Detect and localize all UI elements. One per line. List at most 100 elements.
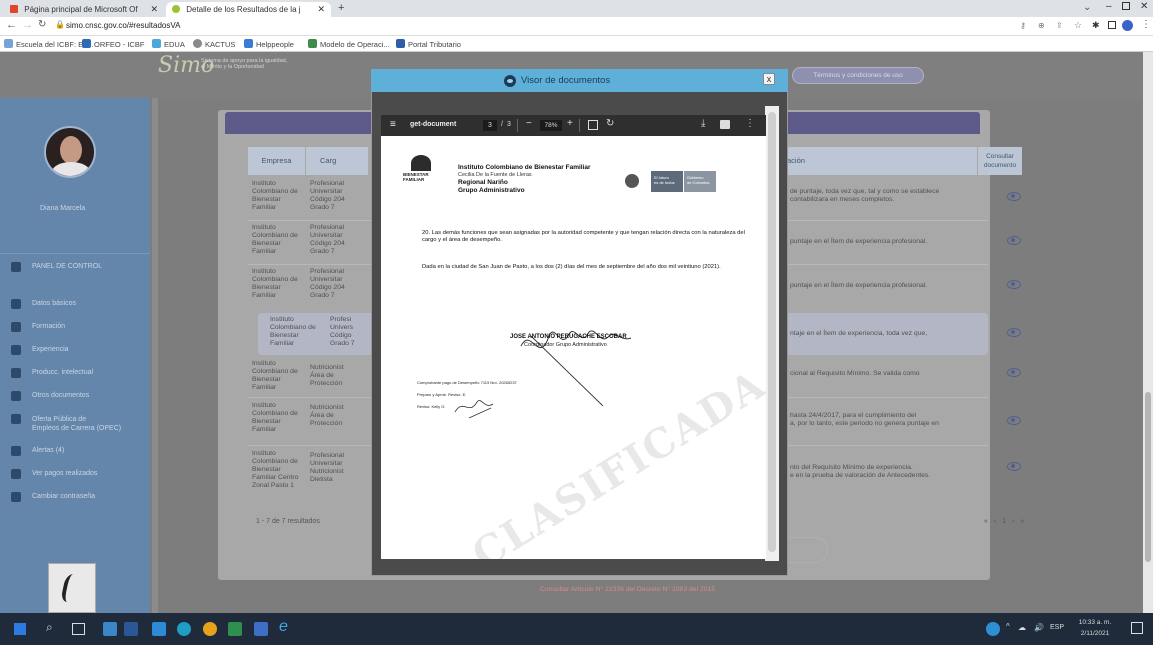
share-icon[interactable]: ⇪ xyxy=(1056,21,1063,30)
empresa-cell: Instituto Colombiano de Bienestar Famili… xyxy=(252,402,298,433)
sidebar-item-label: Producc. intelectual xyxy=(32,369,94,376)
view-document-eye-icon[interactable] xyxy=(1007,328,1021,337)
search-icon[interactable]: ⌕ xyxy=(46,620,53,635)
tab-detalle-resultados[interactable]: Detalle de los Resultados de la j ✕ xyxy=(166,2,331,17)
chrome-icon[interactable] xyxy=(203,622,217,636)
sidebar-item-documentos[interactable]: Otros documentos xyxy=(0,387,150,405)
clock-date[interactable]: 2/11/2021 xyxy=(1075,630,1115,637)
sidebar-item-opec[interactable]: Oferta Pública de Empleos de Carrera (OP… xyxy=(0,410,150,438)
menu-kebab-icon[interactable]: ⋮ xyxy=(1141,19,1151,30)
notifications-icon[interactable] xyxy=(1131,622,1143,634)
profile-avatar-icon[interactable] xyxy=(1122,20,1133,31)
bookmark-escuela[interactable]: Escuela del ICBF: En... xyxy=(4,39,94,49)
bookmark-edua[interactable]: EDUA xyxy=(152,39,185,49)
app-icon-1[interactable] xyxy=(103,622,117,636)
new-tab-button[interactable]: + xyxy=(338,2,344,14)
word-icon[interactable] xyxy=(124,622,138,636)
column-header-consultar[interactable]: Consultar documento xyxy=(978,147,1022,175)
viewer-scrollbar[interactable] xyxy=(765,106,779,561)
edge-icon[interactable] xyxy=(177,622,191,636)
view-document-eye-icon[interactable] xyxy=(1007,192,1021,201)
view-document-eye-icon[interactable] xyxy=(1007,280,1021,289)
sidebar-item-datos[interactable]: Datos básicos xyxy=(0,295,150,313)
view-document-eye-icon[interactable] xyxy=(1007,236,1021,245)
view-document-eye-icon[interactable] xyxy=(1007,462,1021,471)
viewer-scrollbar-thumb[interactable] xyxy=(768,112,776,552)
observacion-cell: cional al Requisito Mínimo. Se valida co… xyxy=(790,370,920,377)
bookmark-icon xyxy=(396,39,405,48)
tab-microsoft-office[interactable]: Página principal de Microsoft Of ✕ xyxy=(4,2,164,17)
payment-icon xyxy=(11,469,21,479)
page-scrollbar-thumb[interactable] xyxy=(1145,392,1151,562)
zoom-out-icon[interactable]: − xyxy=(526,118,532,129)
close-window-icon[interactable]: ✕ xyxy=(1140,1,1148,12)
briefcase-icon xyxy=(11,345,21,355)
footer-decreto-link[interactable]: Consultar Artículo N° 22336 del Decreto … xyxy=(540,586,715,593)
task-view-icon[interactable] xyxy=(72,623,85,635)
column-header-cargo[interactable]: Carg xyxy=(306,147,368,175)
sidebar-item-alertas[interactable]: Alertas (4) xyxy=(0,442,150,460)
zoom-icon[interactable]: ⊕ xyxy=(1038,21,1045,30)
document-icon xyxy=(11,391,21,401)
pagination[interactable]: « ‹ 1 › » xyxy=(984,518,1026,525)
sidebar-item-produccion[interactable]: Producc. intelectual xyxy=(0,364,150,382)
sidebar-item-formacion[interactable]: Formación xyxy=(0,318,150,336)
star-icon[interactable]: ☆ xyxy=(1074,20,1082,31)
language-indicator[interactable]: ESP xyxy=(1050,624,1064,631)
simo-favicon-icon xyxy=(172,5,180,13)
app-icon-2[interactable] xyxy=(152,622,166,636)
terms-button[interactable]: Términos y condiciones de uso xyxy=(792,67,924,84)
rotate-icon[interactable]: ↻ xyxy=(606,118,614,129)
bookmark-helppeople[interactable]: Helppeople xyxy=(244,39,294,49)
page-number-input[interactable]: 3 xyxy=(483,120,497,131)
sidebar-item-pagos[interactable]: Ver pagos realizados xyxy=(0,465,150,483)
chevron-down-icon[interactable]: ⌄ xyxy=(1083,2,1091,13)
menu-icon[interactable]: ≡ xyxy=(390,119,396,130)
sidebar-item-experiencia[interactable]: Experiencia xyxy=(0,341,150,359)
bookmark-modelo[interactable]: Modelo de Operaci... xyxy=(308,39,390,49)
back-arrow-icon[interactable]: ← xyxy=(6,19,17,31)
close-tab-icon[interactable]: ✕ xyxy=(150,4,158,15)
more-options-icon[interactable]: ⋮ xyxy=(745,118,755,129)
bookmark-portal-tributario[interactable]: Portal Tributario xyxy=(396,39,461,49)
download-icon[interactable]: ⤓ xyxy=(701,118,705,129)
clock-time[interactable]: 10:33 a. m. xyxy=(1075,619,1115,626)
speaker-icon[interactable]: 🔊 xyxy=(1034,623,1044,632)
sidebar-item-panel[interactable]: PANEL DE CONTROL xyxy=(0,258,150,276)
tray-chevron-icon[interactable]: ^ xyxy=(1006,622,1010,631)
tab-search-icon[interactable] xyxy=(1108,21,1116,29)
modal-close-button[interactable]: x xyxy=(763,73,775,85)
zoom-in-icon[interactable]: + xyxy=(567,118,573,129)
windows-start-icon[interactable] xyxy=(14,623,26,635)
initials-drawing xyxy=(454,400,494,419)
network-icon[interactable]: ☁ xyxy=(1018,623,1026,632)
view-document-eye-icon[interactable] xyxy=(1007,368,1021,377)
extensions-icon[interactable]: ✱ xyxy=(1092,20,1100,31)
bookmark-icon xyxy=(308,39,317,48)
zoom-level-input[interactable]: 78% xyxy=(540,120,562,131)
page-scrollbar[interactable] xyxy=(1143,52,1153,613)
close-tab-icon[interactable]: ✕ xyxy=(317,4,325,15)
print-icon[interactable] xyxy=(720,120,730,129)
sidebar-scrollbar[interactable] xyxy=(152,98,158,613)
column-header-empresa[interactable]: Empresa xyxy=(248,147,305,175)
maximize-icon[interactable] xyxy=(1122,2,1130,10)
minimize-icon[interactable]: – xyxy=(1106,1,1112,12)
view-document-eye-icon[interactable] xyxy=(1007,416,1021,425)
fit-page-icon[interactable] xyxy=(588,120,598,130)
bookmark-orfeo[interactable]: ORFEO - ICBF xyxy=(82,39,144,49)
url-field[interactable]: simo.cnsc.gov.co/#resultadosVA xyxy=(66,21,180,30)
user-name: Diana Marcela xyxy=(40,205,86,212)
app-icon-3[interactable] xyxy=(228,622,242,636)
column-header-observacion[interactable]: ación xyxy=(781,147,977,175)
tray-app-icon[interactable] xyxy=(986,622,1000,636)
app-icon-4[interactable] xyxy=(254,622,268,636)
key-icon[interactable]: ⚷ xyxy=(1020,21,1026,30)
reload-icon[interactable]: ↻ xyxy=(38,19,46,30)
observacion-cell: puntaje en el Ítem de experiencia profes… xyxy=(790,238,928,245)
bookmark-kactus[interactable]: KACTUS xyxy=(193,39,235,49)
forward-arrow-icon[interactable]: → xyxy=(22,19,33,31)
sidebar-item-contrasena[interactable]: Cambiar contraseña xyxy=(0,488,150,506)
internet-explorer-icon[interactable]: e xyxy=(279,618,288,636)
bookmark-icon xyxy=(152,39,161,48)
